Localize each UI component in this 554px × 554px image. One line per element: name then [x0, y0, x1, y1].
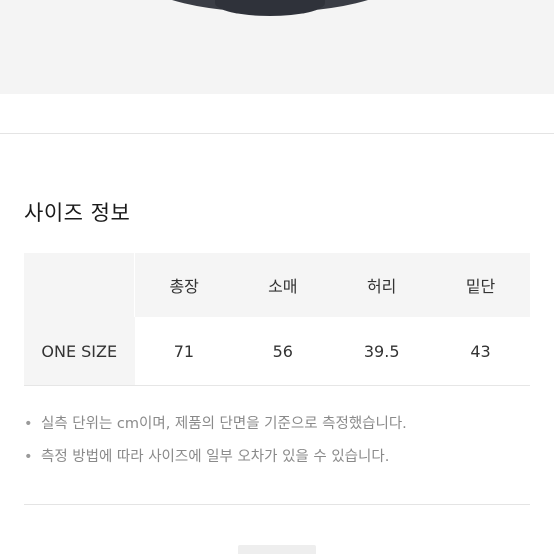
waist-value: 39.5	[332, 317, 432, 386]
table-row: ONE SIZE 71 56 39.5 43	[24, 317, 530, 386]
column-header-hem: 밑단	[431, 253, 530, 317]
size-info-title: 사이즈 정보	[24, 201, 131, 225]
size-label-cell: ONE SIZE	[24, 317, 135, 386]
sleeve-value: 56	[233, 317, 333, 386]
size-table-corner-cell	[24, 253, 135, 317]
list-item: • 실측 단위는 cm이며, 제품의 단면을 기준으로 측정했습니다.	[24, 408, 534, 441]
more-button[interactable]	[238, 545, 316, 554]
measurement-notes: • 실측 단위는 cm이며, 제품의 단면을 기준으로 측정했습니다. • 측정…	[24, 408, 534, 474]
size-table-header-row: 총장 소매 허리 밑단	[24, 253, 530, 317]
section-divider	[0, 133, 554, 134]
total-length-value: 71	[134, 317, 234, 386]
note-text: 실측 단위는 cm이며, 제품의 단면을 기준으로 측정했습니다.	[41, 416, 407, 432]
list-item: • 측정 방법에 따라 사이즈에 일부 오차가 있을 수 있습니다.	[24, 441, 534, 474]
note-text: 측정 방법에 따라 사이즈에 일부 오차가 있을 수 있습니다.	[41, 449, 390, 465]
size-table: 총장 소매 허리 밑단 ONE SIZE 71 56 39.5 43	[24, 253, 530, 386]
garment-hem-image	[120, 0, 420, 16]
column-header-sleeve: 소매	[233, 253, 333, 317]
section-divider	[24, 504, 530, 505]
product-image	[0, 0, 554, 94]
bullet-icon: •	[24, 449, 33, 465]
hem-value: 43	[431, 317, 530, 386]
column-header-total-length: 총장	[134, 253, 234, 317]
column-header-waist: 허리	[332, 253, 432, 317]
bullet-icon: •	[24, 416, 33, 432]
product-detail-page: 사이즈 정보 총장 소매 허리 밑단 ONE SIZE 71 56 39.5 4…	[0, 0, 554, 554]
